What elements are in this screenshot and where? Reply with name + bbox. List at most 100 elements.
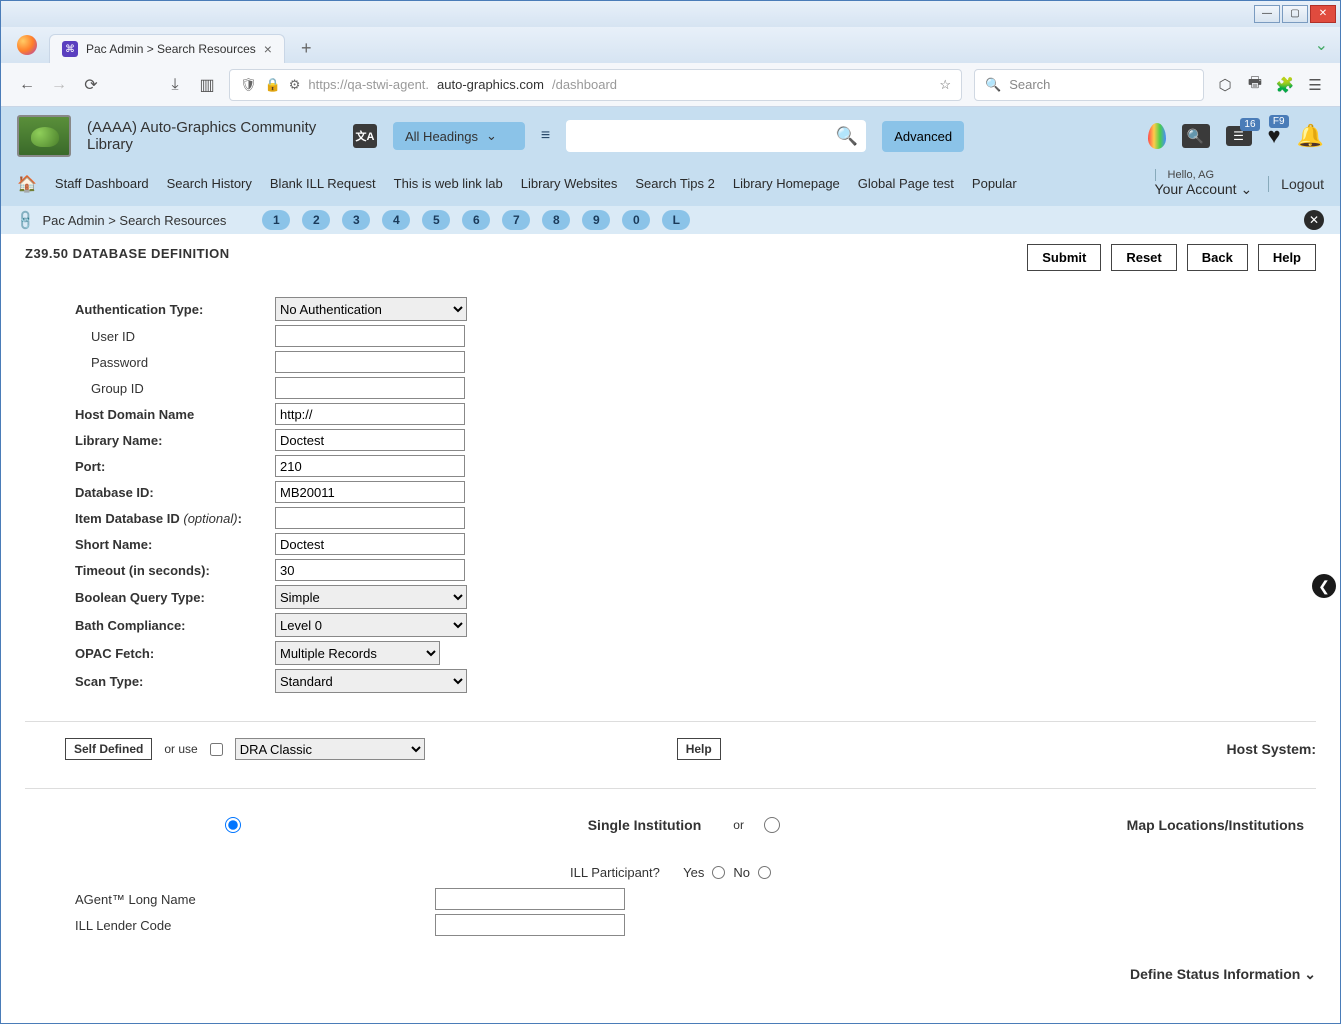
pill-7[interactable]: 7 [502,210,530,230]
short-name-label: Short Name: [75,537,275,552]
translate-icon[interactable]: 文A [353,124,377,148]
account-dropdown[interactable]: Your Account ⌄ [1155,181,1253,198]
pill-2[interactable]: 2 [302,210,330,230]
nav-web-link-lab[interactable]: This is web link lab [394,176,503,191]
pill-5[interactable]: 5 [422,210,450,230]
browser-search-box[interactable]: 🔍 Search [974,69,1204,101]
auth-type-select[interactable]: No Authentication [275,297,467,321]
submit-button[interactable]: Submit [1027,244,1101,271]
firefox-icon [17,35,37,55]
pill-4[interactable]: 4 [382,210,410,230]
nav-search-history[interactable]: Search History [167,176,252,191]
chevron-down-icon: ⌄ [486,128,497,144]
download-tray-icon[interactable]: ⤓ [165,75,185,95]
host-help-button[interactable]: Help [677,738,721,760]
side-panel-toggle[interactable]: ❮ [1312,574,1336,598]
user-id-input[interactable] [275,325,465,347]
bell-icon[interactable]: 🔔 [1297,123,1324,149]
password-input[interactable] [275,351,465,373]
nav-back-button[interactable]: ← [17,75,37,95]
nav-popular[interactable]: Popular [972,176,1017,191]
scan-label: Scan Type: [75,674,275,689]
auth-type-label: Authentication Type: [75,302,275,317]
minimize-button[interactable]: — [1254,5,1280,23]
pill-1[interactable]: 1 [262,210,290,230]
catalog-search-input[interactable] [574,129,836,144]
search-plus-icon[interactable]: 🔍 [1182,124,1210,148]
map-locations-radio[interactable] [764,817,780,833]
menu-icon[interactable]: ☰ [1306,76,1324,94]
close-panel-icon[interactable]: ✕ [1304,210,1324,230]
nav-library-homepage[interactable]: Library Homepage [733,176,840,191]
help-button[interactable]: Help [1258,244,1316,271]
define-status-toggle[interactable]: Define Status Information ⌄ [25,966,1316,983]
opac-label: OPAC Fetch: [75,646,275,661]
bool-query-select[interactable]: Simple [275,585,467,609]
lock-icon: 🔒 [265,77,281,93]
bath-select[interactable]: Level 0 [275,613,467,637]
nav-reload-button[interactable]: ⟳ [81,75,101,95]
new-tab-button[interactable]: + [293,34,320,63]
map-locations-label: Map Locations/Institutions [1127,817,1304,833]
main-content: Z39.50 DATABASE DEFINITION Submit Reset … [1,234,1340,1023]
agent-long-name-input[interactable] [435,888,625,910]
library-name-input[interactable] [275,429,465,451]
reset-button[interactable]: Reset [1111,244,1176,271]
pill-L[interactable]: L [662,210,690,230]
url-bar[interactable]: 🛡 🔒 ⚙ https://qa-stwi-agent.auto-graphic… [229,69,962,101]
extensions-icon[interactable]: 🧩 [1276,76,1294,94]
nav-library-websites[interactable]: Library Websites [521,176,618,191]
pill-8[interactable]: 8 [542,210,570,230]
pill-0[interactable]: 0 [622,210,650,230]
pill-9[interactable]: 9 [582,210,610,230]
host-system-select[interactable]: DRA Classic [235,738,425,760]
ill-yes-radio[interactable] [712,866,725,879]
single-institution-radio[interactable] [225,817,241,833]
pocket-icon[interactable]: ⬡ [1216,76,1234,94]
browser-tab[interactable]: ⌘ Pac Admin > Search Resources × [49,34,285,63]
url-path: /dashboard [552,77,617,92]
database-id-input[interactable] [275,481,465,503]
bath-label: Bath Compliance: [75,618,275,633]
balloon-icon[interactable] [1148,123,1166,149]
catalog-search-button[interactable]: 🔍 [836,126,858,147]
scan-select[interactable]: Standard [275,669,467,693]
maximize-button[interactable]: ▢ [1282,5,1308,23]
home-icon[interactable]: 🏠 [17,174,37,194]
favorites-icon[interactable]: ♥ F9 [1268,123,1281,149]
ill-no-radio[interactable] [758,866,771,879]
bookmark-star-icon[interactable]: ☆ [939,77,951,93]
nav-blank-ill[interactable]: Blank ILL Request [270,176,376,191]
print-icon[interactable]: 🖶 [1246,76,1264,94]
library-icon[interactable]: ▥ [197,75,217,95]
back-button[interactable]: Back [1187,244,1248,271]
host-system-label: Host System: [1227,741,1316,757]
list-badge: 16 [1240,118,1259,131]
nav-staff-dashboard[interactable]: Staff Dashboard [55,176,149,191]
search-heading-dropdown[interactable]: All Headings ⌄ [393,122,525,150]
group-id-input[interactable] [275,377,465,399]
short-name-input[interactable] [275,533,465,555]
nav-forward-button[interactable]: → [49,75,69,95]
nav-search-tips[interactable]: Search Tips 2 [635,176,715,191]
database-icon[interactable]: ≡ [541,127,550,145]
item-db-input[interactable] [275,507,465,529]
use-host-checkbox[interactable] [210,743,223,756]
window-close-button[interactable]: ✕ [1310,5,1336,23]
lists-icon-wrap[interactable]: ☰ 16 [1226,126,1252,146]
nav-global-page[interactable]: Global Page test [858,176,954,191]
tab-close-icon[interactable]: × [264,41,272,57]
opac-select[interactable]: Multiple Records [275,641,440,665]
tab-overflow-icon[interactable]: ⌄ [1315,35,1328,55]
host-domain-input[interactable] [275,403,465,425]
pill-6[interactable]: 6 [462,210,490,230]
logout-link[interactable]: Logout [1268,176,1324,192]
advanced-search-button[interactable]: Advanced [882,121,964,152]
pill-3[interactable]: 3 [342,210,370,230]
ill-lender-code-input[interactable] [435,914,625,936]
self-defined-button[interactable]: Self Defined [65,738,152,760]
breadcrumb[interactable]: Pac Admin > Search Resources [42,213,226,228]
ill-no-label: No [733,865,750,880]
port-input[interactable] [275,455,465,477]
timeout-input[interactable] [275,559,465,581]
